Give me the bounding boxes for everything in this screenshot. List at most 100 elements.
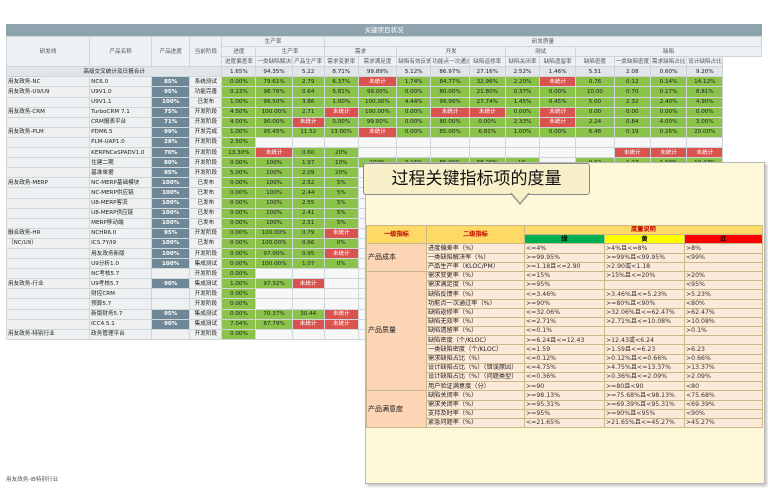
metric-cell: 100.00% — [357, 106, 398, 118]
product-name[interactable]: U9分析1.0 — [89, 258, 152, 270]
product-name[interactable]: 预算5.7 — [89, 298, 152, 310]
progress-badge: 85% — [150, 76, 191, 88]
product-name[interactable]: U9V1.0 — [89, 86, 152, 98]
stats-value: 8.71% — [323, 66, 359, 78]
product-name[interactable]: PDM6.5 — [89, 126, 152, 138]
table-row[interactable]: 用友政务-U9/U9 U9V1.0 95% 功能完善 0.23% 98.76% 0.64 5.… — [5, 86, 762, 98]
stage-label: 开发阶段 — [189, 106, 223, 118]
metric-cell — [291, 328, 325, 340]
product-name[interactable]: NC-MERP供应链 — [89, 187, 152, 199]
metric-cell: 0.00% — [221, 268, 257, 280]
metric-row: 产品满意度 缺陷关闭率（%） >=98.13% >=75.68%且<98.13% <75… — [366, 390, 763, 429]
metric-cell: 5% — [323, 177, 359, 189]
table-row[interactable]: KERPNCeSPADV1.0 70% 开发阶段 13.30% 未统计 0.60 20% 未统… — [5, 147, 762, 159]
metric-red: >10.08% — [684, 316, 763, 328]
product-name[interactable]: U8-MERP客流 — [89, 197, 152, 209]
progress-badge: 100% — [150, 207, 191, 219]
metric-cell — [323, 288, 359, 300]
col-product-line: 研发线 — [5, 35, 91, 68]
metric-cell: 0.60 — [291, 147, 325, 159]
product-name[interactable]: U9V1.1 — [89, 96, 152, 108]
metric-cell: 0% — [323, 258, 359, 270]
progress-badge: 99% — [150, 126, 191, 138]
metric-cell: 99.00% — [357, 86, 398, 98]
stats-value: 94.35% — [255, 66, 293, 78]
metric-cell: 4.50% — [221, 106, 257, 118]
metric-cell: 0.00% — [221, 227, 257, 239]
table-row[interactable]: U9V1.1 100% 已发布 1.00% 99.50% 3.86 1.00% 100.00%… — [5, 96, 762, 108]
metric-cell — [255, 328, 293, 340]
product-line — [5, 288, 91, 300]
metric-red: >13.37% — [684, 362, 763, 374]
product-name[interactable]: 财控CRM — [89, 288, 152, 300]
product-name[interactable]: MERP移动端 — [89, 217, 152, 229]
product-name[interactable]: TurboCRM 7.1 — [89, 106, 152, 118]
metric-cell: 0.66 — [291, 237, 325, 249]
metric-cell: 未统计 — [323, 318, 359, 330]
product-name[interactable]: NCHR6.0 — [89, 227, 152, 239]
metric-cell: 未统计 — [468, 106, 506, 118]
metric-cell — [613, 136, 651, 149]
metric-cell: 2.33% — [504, 116, 541, 128]
metric-cell — [323, 136, 359, 149]
table-row[interactable]: PLM-UAP1.0 28% 开发阶段 2.50% — [5, 136, 762, 149]
product-name[interactable]: 政务管理平台 — [89, 328, 152, 340]
product-name[interactable]: 用友政务新版 — [89, 247, 152, 260]
metric-row: 一类缺陷解决率（%） >=99.95% >=99%且<99.95% <99% — [367, 252, 763, 263]
metric-red: <80% — [684, 298, 763, 309]
table-row[interactable]: 用友政务-PLM PDM6.5 99% 开发完成 1.00% 95.45% 11.52 13.… — [5, 126, 762, 138]
stage-label: 已发布 — [189, 177, 223, 189]
product-name[interactable]: ICC4.5.1 — [89, 318, 152, 330]
product-name[interactable]: U9考核5.7 — [89, 278, 152, 290]
progress-badge: 100% — [150, 217, 191, 229]
grp-dev: 开发 — [396, 46, 506, 58]
metric-red: >8% — [684, 243, 763, 254]
metric-cell: 20% — [323, 167, 359, 179]
metric-yellow: >=80%且<90% — [604, 298, 685, 309]
metric-name: 需求变更率（%） — [426, 270, 525, 282]
product-name[interactable]: NC6.0 — [89, 76, 152, 88]
table-row[interactable]: CRM报表平台 71% 开发阶段 4.00% 90.00% 未统计 0.00% 99.00% 0… — [5, 116, 762, 128]
metric-name: 需求关闭率（%） — [426, 399, 525, 410]
metric-yellow: >=69.39%且<95.31% — [604, 399, 685, 410]
stats-value: 5.12% — [396, 66, 432, 78]
metric-cell — [539, 147, 577, 159]
metric-cell: 未统计 — [323, 247, 359, 260]
product-name[interactable]: 新版财务5.7 — [89, 308, 152, 320]
product-line: （NC/U9） — [5, 237, 91, 249]
subheader-0: 进度偏差率 — [221, 56, 257, 68]
metric-cell: 99.50% — [255, 96, 293, 108]
metric-cell: 2.41 — [291, 207, 325, 219]
progress-badge: 100% — [150, 177, 191, 189]
metric-cell: 未统计 — [323, 106, 359, 118]
metric-name: 进度偏差率（%） — [426, 243, 525, 254]
metric-cell — [468, 136, 506, 149]
metric-cell: 未统计 — [323, 227, 359, 239]
metric-category: 产品质量 — [366, 270, 427, 392]
metric-cell: 100.00% — [255, 237, 293, 249]
product-name[interactable]: NC-MERP基础模块 — [89, 177, 152, 189]
metric-name: 缺陷关闭率（%） — [426, 390, 525, 401]
metric-cell: 0.00% — [686, 106, 724, 118]
product-name[interactable]: 基准单据 — [89, 167, 152, 179]
metric-green: <=4% — [524, 243, 605, 254]
product-name[interactable]: 住建二期 — [89, 157, 152, 169]
metric-yellow: >12.43或<6.24 — [604, 335, 685, 346]
metric-red — [684, 335, 763, 346]
stage-label: 已发布 — [189, 207, 223, 219]
metric-yellow — [604, 280, 685, 291]
product-name[interactable]: U8-MERP供应链 — [89, 207, 152, 219]
product-name[interactable]: PLM-UAP1.0 — [89, 136, 152, 149]
product-name[interactable]: CRM报表平台 — [89, 116, 152, 128]
product-name[interactable]: KERPNCeSPADV1.0 — [89, 147, 152, 159]
metric-yellow: >0.36%且<=2.09% — [604, 371, 685, 383]
table-row[interactable]: 用友政务-CRM TurboCRM 7.1 75% 开发阶段 4.50% 100.00% 2… — [5, 106, 762, 118]
metric-name: 紧急问题率（%） — [426, 417, 525, 429]
metric-yellow: >=90%且<95% — [604, 408, 685, 419]
product-name[interactable]: NC考核5.7 — [89, 268, 152, 280]
product-name[interactable]: ICS.7Y/I9 — [89, 237, 152, 249]
metric-cell: 100.00% — [357, 96, 398, 108]
table-row[interactable]: 用友政务-NC NC6.0 85% 系统测试 0.00% 79.61% 2.79 6.37% 未… — [5, 76, 762, 88]
metric-red: >0.1% — [684, 326, 763, 337]
metric-cell: 90.00% — [255, 116, 293, 128]
